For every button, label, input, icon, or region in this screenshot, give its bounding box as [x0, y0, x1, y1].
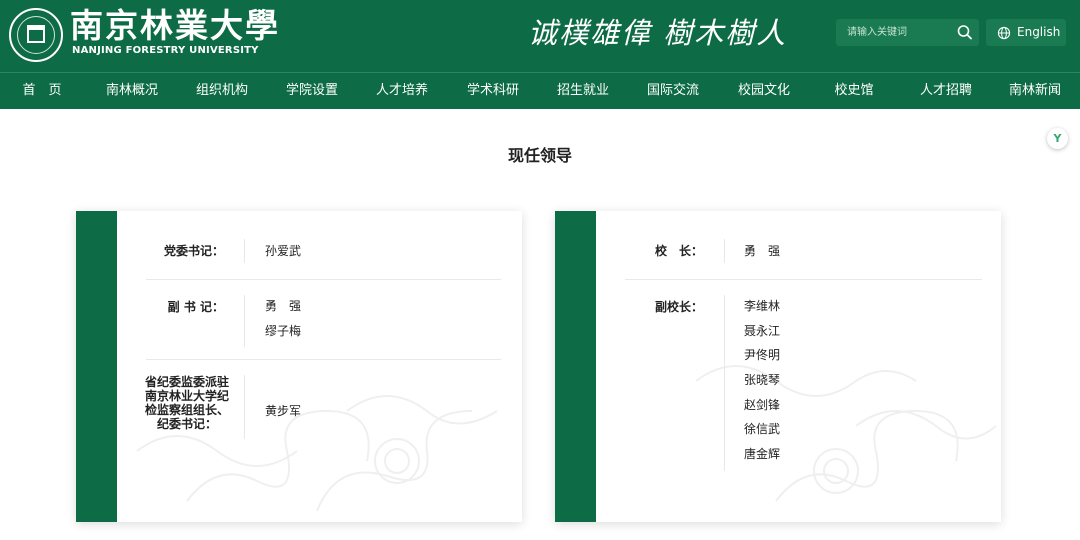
search-input[interactable] [836, 19, 948, 46]
nav-item-research[interactable]: 学术科研 [457, 73, 529, 109]
names-party-secretary: 孙爱武 [265, 239, 301, 264]
leader-name: 聂永江 [744, 323, 781, 338]
university-seal-logo[interactable] [9, 8, 63, 62]
nav-item-news[interactable]: 南林新闻 [999, 73, 1071, 109]
nav-item-home[interactable]: 首 页 [10, 73, 74, 109]
role-divider [724, 295, 725, 471]
search-button[interactable] [951, 19, 979, 46]
nav-item-culture[interactable]: 校园文化 [728, 73, 800, 109]
leader-name: 李维林 [744, 299, 781, 313]
role-party-secretary: 党委书记： [163, 244, 224, 258]
leader-name: 黄步军 [265, 404, 302, 418]
nav-item-international[interactable]: 国际交流 [637, 73, 709, 109]
row-separator [146, 279, 501, 280]
names-discipline-secretary: 黄步军 [265, 399, 301, 424]
names-vice-president: 李维林 聂永江 尹佟明 张晓琴 赵剑锋 徐信武 唐金辉 [744, 294, 780, 467]
card-accent-strip [76, 211, 117, 522]
leader-name: 尹佟明 [744, 348, 781, 363]
nav-item-admissions[interactable]: 招生就业 [547, 73, 619, 109]
nav-item-education[interactable]: 人才培养 [366, 73, 438, 109]
role-divider [244, 239, 245, 263]
names-president: 勇 强 [744, 239, 780, 264]
search-box [836, 19, 979, 46]
role-deputy-secretary: 副 书 记： [167, 300, 224, 314]
administration-leadership-card: 校 长： 勇 强 副校长： 李维林 聂永江 尹佟明 张晓琴 赵剑锋 徐信武 唐金… [555, 211, 1001, 522]
leader-name: 勇 强 [744, 244, 781, 258]
leader-name: 张晓琴 [744, 373, 781, 388]
leader-name: 赵剑锋 [744, 397, 781, 412]
role-president: 校 长： [654, 244, 703, 258]
card-accent-strip [555, 211, 596, 522]
seal-building-icon [27, 25, 45, 43]
nav-item-history-museum[interactable]: 校史馆 [818, 73, 890, 109]
leader-name: 勇 强 [265, 299, 302, 313]
nav-item-colleges[interactable]: 学院设置 [276, 73, 348, 109]
row-separator [146, 359, 501, 360]
leader-name: 缪子梅 [265, 323, 302, 338]
nav-item-overview[interactable]: 南林概况 [96, 73, 168, 109]
row-separator [625, 279, 982, 280]
logo-chinese-name[interactable]: 南京林業大學 [70, 6, 278, 46]
page-title: 现任领导 [507, 146, 572, 165]
role-discipline-secretary: 省纪委监委派驻南京林业大学纪检监察组组长、纪委书记： [144, 375, 229, 431]
floating-helper-badge[interactable]: Y [1047, 128, 1068, 149]
language-label: English [1017, 25, 1061, 39]
globe-icon [997, 26, 1011, 40]
names-deputy-secretary: 勇 强 缪子梅 [265, 294, 301, 343]
role-divider [244, 295, 245, 347]
search-icon [957, 25, 972, 40]
nav-item-organization[interactable]: 组织机构 [186, 73, 258, 109]
leader-name: 孙爱武 [265, 244, 302, 258]
role-vice-president: 副校长： [654, 300, 703, 314]
party-leadership-card: 党委书记： 孙爱武 副 书 记： 勇 强 缪子梅 省纪委监委派驻南京林业大学纪检… [76, 211, 522, 522]
nav-item-recruitment[interactable]: 人才招聘 [910, 73, 982, 109]
leader-name: 唐金辉 [744, 447, 781, 462]
leader-name: 徐信武 [744, 422, 781, 437]
logo-english-name[interactable]: NANJING FORESTRY UNIVERSITY [72, 44, 258, 58]
role-divider [724, 239, 725, 263]
university-motto: 诚樸雄偉 樹木樹人 [528, 16, 788, 50]
role-divider [244, 375, 245, 439]
english-language-button[interactable]: English [986, 19, 1066, 46]
